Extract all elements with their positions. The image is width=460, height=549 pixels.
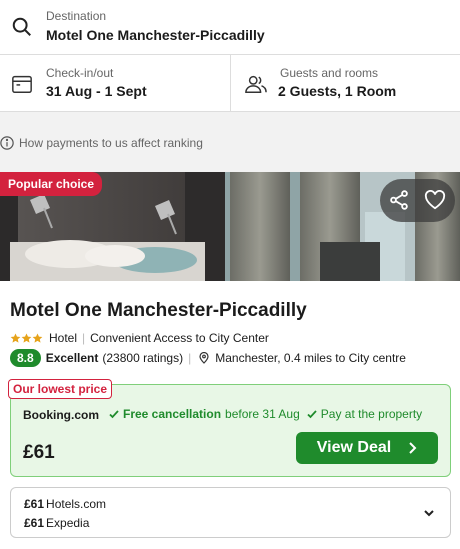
- other-deal-provider: Expedia: [46, 516, 90, 530]
- hotel-location[interactable]: Manchester, 0.4 miles to City centre: [215, 351, 406, 365]
- free-cancellation-suffix: before 31 Aug: [225, 407, 300, 421]
- view-deal-label: View Deal: [316, 439, 392, 456]
- guests-value: 2 Guests, 1 Room: [278, 83, 397, 99]
- rating-score: 8.8: [10, 349, 41, 367]
- guests-label: Guests and rooms: [280, 66, 379, 80]
- checkin-value: 31 Aug - 1 Sept: [46, 83, 147, 99]
- ranking-note[interactable]: How payments to us affect ranking: [0, 136, 203, 150]
- hotel-rating-row: 8.8 Excellent (23800 ratings) | Manchest…: [10, 349, 406, 367]
- chevron-right-icon: [409, 442, 417, 454]
- deal-price: £61: [23, 442, 55, 463]
- other-deal-row: £61 Hotels.com: [24, 497, 106, 511]
- map-pin-icon: [199, 352, 209, 364]
- guests-field[interactable]: Guests and rooms 2 Guests, 1 Room: [232, 55, 460, 111]
- check-icon: [307, 410, 317, 419]
- hotel-name[interactable]: Motel One Manchester-Piccadilly: [10, 300, 307, 322]
- star-icon: [21, 332, 32, 343]
- view-deal-button[interactable]: View Deal: [296, 432, 438, 464]
- other-deal-price: £61: [24, 497, 45, 511]
- search-icon: [12, 17, 31, 36]
- ranking-note-text: How payments to us affect ranking: [19, 136, 203, 150]
- rating-word: Excellent: [45, 351, 99, 365]
- popular-choice-badge: Popular choice: [0, 172, 103, 196]
- pay-at-property: Pay at the property: [320, 407, 423, 421]
- other-deal-row: £61 Expedia: [24, 516, 89, 530]
- rating-count: (23800 ratings): [102, 351, 184, 365]
- hotel-tagline: Convenient Access to City Center: [90, 331, 269, 345]
- info-icon: [0, 136, 14, 150]
- calendar-icon: [12, 75, 32, 93]
- hotel-type: Hotel: [49, 331, 78, 345]
- star-icon: [10, 332, 21, 343]
- hotel-meta: Hotel | Convenient Access to City Center: [10, 331, 269, 345]
- divider: |: [82, 331, 86, 345]
- checkin-label: Check-in/out: [46, 66, 114, 80]
- heart-icon[interactable]: [424, 190, 446, 210]
- search-panel: Destination Motel One Manchester-Piccadi…: [0, 0, 460, 112]
- destination-label: Destination: [46, 9, 107, 23]
- divider: |: [188, 351, 192, 365]
- photo-actions: [380, 179, 455, 222]
- star-rating: [10, 332, 43, 344]
- checkin-field[interactable]: Check-in/out 31 Aug - 1 Sept: [0, 55, 231, 111]
- other-deal-price: £61: [24, 516, 45, 530]
- chevron-down-icon[interactable]: [423, 508, 435, 518]
- destination-value: Motel One Manchester-Piccadilly: [46, 27, 265, 43]
- star-icon: [32, 332, 43, 343]
- share-icon[interactable]: [388, 189, 410, 211]
- deal-provider: Booking.com: [23, 408, 100, 422]
- free-cancellation: Free cancellation: [123, 407, 222, 421]
- other-deal-provider: Hotels.com: [46, 497, 107, 511]
- other-deals-dropdown[interactable]: £61 Hotels.com £61 Expedia: [10, 487, 451, 538]
- destination-field[interactable]: Destination Motel One Manchester-Piccadi…: [0, 0, 460, 55]
- people-icon: [245, 75, 267, 93]
- check-icon: [109, 410, 119, 419]
- deal-perks: Free cancellation before 31 Aug Pay at t…: [109, 407, 422, 421]
- lowest-price-tag: Our lowest price: [8, 379, 113, 399]
